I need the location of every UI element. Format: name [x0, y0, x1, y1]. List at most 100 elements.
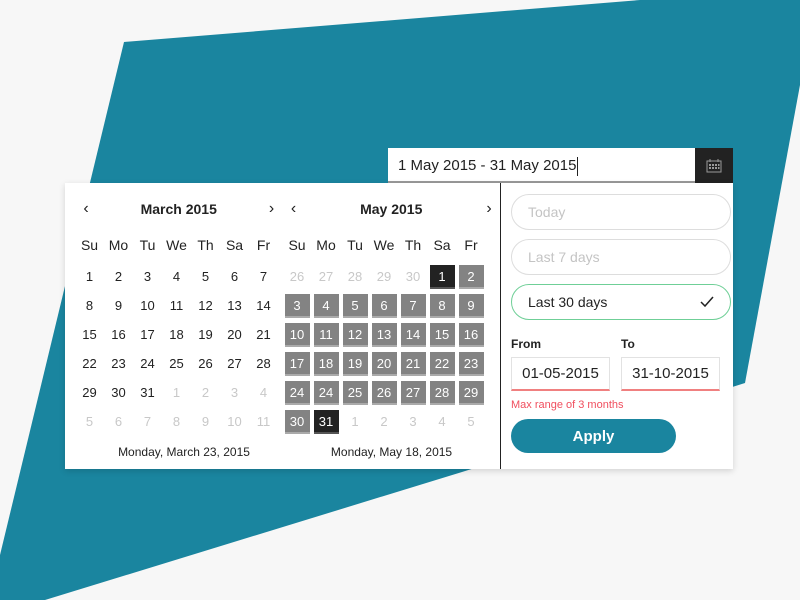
day-cell-other[interactable]: 8 [164, 410, 189, 434]
day-cell-inrange[interactable]: 11 [313, 323, 339, 347]
date-range-text[interactable]: 1 May 2015 - 31 May 2015 [388, 148, 695, 181]
day-cell-inrange[interactable]: 22 [429, 352, 455, 376]
day-cell-inrange[interactable]: 10 [284, 323, 310, 347]
day-cell-inrange[interactable]: 20 [371, 352, 397, 376]
chevron-right-icon[interactable]: › [482, 200, 496, 218]
day-cell-inrange[interactable]: 30 [284, 410, 310, 434]
day-cell-inrange[interactable]: 13 [371, 323, 397, 347]
day-cell-selected[interactable]: 31 [313, 410, 339, 434]
day-cell[interactable]: 8 [77, 294, 102, 318]
day-cell-other[interactable]: 27 [314, 265, 339, 289]
day-cell-inrange[interactable]: 27 [400, 381, 426, 405]
day-cell[interactable]: 15 [77, 323, 102, 347]
day-cell-other[interactable]: 30 [401, 265, 426, 289]
day-cell[interactable]: 31 [135, 381, 160, 405]
day-cell[interactable]: 10 [135, 294, 160, 318]
to-date-input[interactable]: 31-10-2015 [621, 357, 720, 391]
day-cell[interactable]: 28 [251, 352, 276, 376]
day-cell[interactable]: 27 [222, 352, 247, 376]
day-cell[interactable]: 7 [251, 265, 276, 289]
day-cell-inrange[interactable]: 19 [342, 352, 368, 376]
day-cell-other[interactable]: 6 [106, 410, 131, 434]
day-cell-inrange[interactable]: 2 [458, 265, 484, 289]
day-cell-inrange[interactable]: 23 [458, 352, 484, 376]
day-cell[interactable]: 26 [193, 352, 218, 376]
day-cell-other[interactable]: 28 [343, 265, 368, 289]
calendar-toggle-button[interactable] [695, 148, 733, 183]
day-cell-inrange[interactable]: 4 [313, 294, 339, 318]
day-cell[interactable]: 4 [164, 265, 189, 289]
weekday-header: Su [80, 237, 99, 253]
day-cell-inrange[interactable]: 6 [371, 294, 397, 318]
apply-button[interactable]: Apply [511, 419, 676, 453]
day-cell[interactable]: 12 [193, 294, 218, 318]
day-cell-inrange[interactable]: 26 [371, 381, 397, 405]
day-cell-inrange[interactable]: 8 [429, 294, 455, 318]
day-cell-inrange[interactable]: 25 [342, 381, 368, 405]
day-cell-inrange[interactable]: 16 [458, 323, 484, 347]
day-cell-other[interactable]: 4 [430, 410, 455, 434]
preset-today[interactable]: Today [511, 194, 731, 230]
day-cell[interactable]: 29 [77, 381, 102, 405]
day-cell-other[interactable]: 3 [222, 381, 247, 405]
day-cell-inrange[interactable]: 24 [313, 381, 339, 405]
day-cell-other[interactable]: 10 [222, 410, 247, 434]
day-cell[interactable]: 2 [106, 265, 131, 289]
day-cell[interactable]: 3 [135, 265, 160, 289]
day-cell-inrange[interactable]: 17 [284, 352, 310, 376]
preset-last-7-days[interactable]: Last 7 days [511, 239, 731, 275]
day-cell-selected[interactable]: 1 [429, 265, 455, 289]
from-date-input[interactable]: 01-05-2015 [511, 357, 610, 391]
day-cell[interactable]: 19 [193, 323, 218, 347]
day-cell-other[interactable]: 1 [343, 410, 368, 434]
day-cell[interactable]: 24 [135, 352, 160, 376]
day-cell[interactable]: 9 [106, 294, 131, 318]
day-cell-inrange[interactable]: 15 [429, 323, 455, 347]
selected-date-label: Monday, March 23, 2015 [118, 445, 250, 459]
day-cell[interactable]: 16 [106, 323, 131, 347]
day-cell-inrange[interactable]: 28 [429, 381, 455, 405]
day-cell-inrange[interactable]: 18 [313, 352, 339, 376]
day-cell-other[interactable]: 2 [372, 410, 397, 434]
day-cell-inrange[interactable]: 7 [400, 294, 426, 318]
day-cell-inrange[interactable]: 14 [400, 323, 426, 347]
day-cell-inrange[interactable]: 21 [400, 352, 426, 376]
date-range-input[interactable]: 1 May 2015 - 31 May 2015 [388, 148, 733, 183]
day-cell[interactable]: 5 [193, 265, 218, 289]
day-cell[interactable]: 18 [164, 323, 189, 347]
day-cell-other[interactable]: 2 [193, 381, 218, 405]
day-cell-other[interactable]: 5 [459, 410, 484, 434]
day-cell[interactable]: 23 [106, 352, 131, 376]
day-cell-inrange[interactable]: 5 [342, 294, 368, 318]
day-cell[interactable]: 13 [222, 294, 247, 318]
day-cell-inrange[interactable]: 3 [284, 294, 310, 318]
day-cell-inrange[interactable]: 29 [458, 381, 484, 405]
day-cell[interactable]: 20 [222, 323, 247, 347]
day-cell[interactable]: 25 [164, 352, 189, 376]
day-cell[interactable]: 17 [135, 323, 160, 347]
day-cell-other[interactable]: 5 [77, 410, 102, 434]
day-cell-inrange[interactable]: 12 [342, 323, 368, 347]
day-cell-other[interactable]: 26 [285, 265, 310, 289]
day-cell[interactable]: 6 [222, 265, 247, 289]
day-cell[interactable]: 11 [164, 294, 189, 318]
day-cell-inrange[interactable]: 9 [458, 294, 484, 318]
day-cell[interactable]: 1 [77, 265, 102, 289]
day-cell[interactable]: 30 [106, 381, 131, 405]
day-cell-other[interactable]: 3 [401, 410, 426, 434]
chevron-right-icon[interactable]: › [265, 200, 279, 218]
day-cell[interactable]: 21 [251, 323, 276, 347]
day-cell[interactable]: 14 [251, 294, 276, 318]
weekday-header: Sa [225, 237, 244, 253]
preset-last-30-days[interactable]: Last 30 days [511, 284, 731, 320]
chevron-left-icon[interactable]: ‹ [287, 200, 301, 218]
day-cell-inrange[interactable]: 24 [284, 381, 310, 405]
day-cell-other[interactable]: 9 [193, 410, 218, 434]
day-cell-other[interactable]: 7 [135, 410, 160, 434]
day-cell-other[interactable]: 4 [251, 381, 276, 405]
day-cell-other[interactable]: 29 [372, 265, 397, 289]
chevron-left-icon[interactable]: ‹ [79, 200, 93, 218]
day-cell-other[interactable]: 1 [164, 381, 189, 405]
day-cell-other[interactable]: 11 [251, 410, 276, 434]
day-cell[interactable]: 22 [77, 352, 102, 376]
